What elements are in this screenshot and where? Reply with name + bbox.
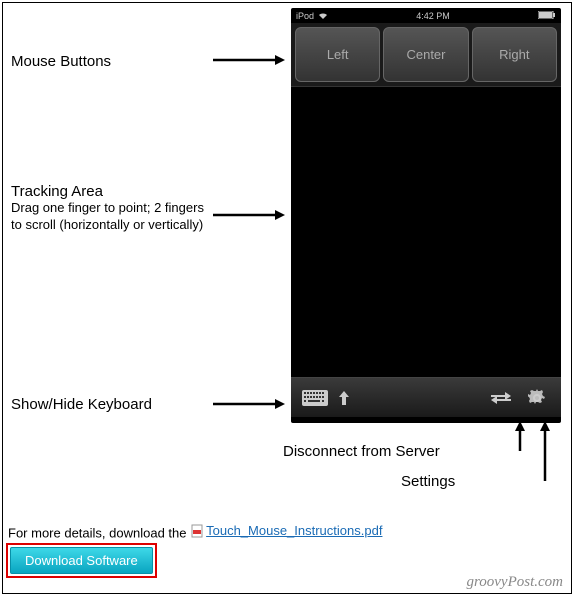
status-bar: iPod 4:42 PM bbox=[291, 8, 561, 23]
download-button[interactable]: Download Software bbox=[10, 547, 153, 574]
mouse-buttons-row: Left Center Right bbox=[291, 23, 561, 87]
settings-label: Settings bbox=[401, 473, 455, 490]
device-label: iPod bbox=[296, 11, 314, 21]
tracking-sublabel: Drag one finger to point; 2 fingers to s… bbox=[11, 200, 211, 234]
keyboard-icon[interactable] bbox=[301, 387, 329, 409]
disconnect-label: Disconnect from Server bbox=[283, 443, 440, 460]
arrow-tracking bbox=[213, 208, 288, 223]
arrow-settings bbox=[528, 418, 558, 483]
battery-icon bbox=[538, 11, 556, 21]
arrow-up-icon[interactable] bbox=[337, 387, 351, 409]
arrow-mouse bbox=[213, 53, 288, 68]
disconnect-icon[interactable] bbox=[487, 387, 515, 409]
download-highlight: Download Software bbox=[6, 543, 157, 578]
tracking-area-label: Tracking Area bbox=[11, 183, 211, 200]
trackpad-area[interactable] bbox=[291, 87, 561, 377]
wifi-icon bbox=[318, 11, 328, 21]
center-button[interactable]: Center bbox=[383, 27, 468, 82]
pdf-link[interactable]: Touch_Mouse_Instructions.pdf bbox=[190, 523, 382, 538]
phone-mock: iPod 4:42 PM Left Center Right bbox=[291, 8, 561, 423]
toolbar bbox=[291, 377, 561, 417]
clock: 4:42 PM bbox=[416, 11, 450, 21]
gear-icon[interactable] bbox=[523, 387, 551, 409]
left-button[interactable]: Left bbox=[295, 27, 380, 82]
pdf-icon bbox=[190, 524, 204, 538]
mouse-buttons-label: Mouse Buttons bbox=[11, 53, 111, 70]
right-button[interactable]: Right bbox=[472, 27, 557, 82]
footer-text: For more details, download the Touch_Mou… bbox=[8, 523, 382, 541]
watermark: groovyPost.com bbox=[466, 574, 563, 591]
arrow-keyboard bbox=[213, 397, 288, 412]
keyboard-label: Show/Hide Keyboard bbox=[11, 396, 152, 413]
